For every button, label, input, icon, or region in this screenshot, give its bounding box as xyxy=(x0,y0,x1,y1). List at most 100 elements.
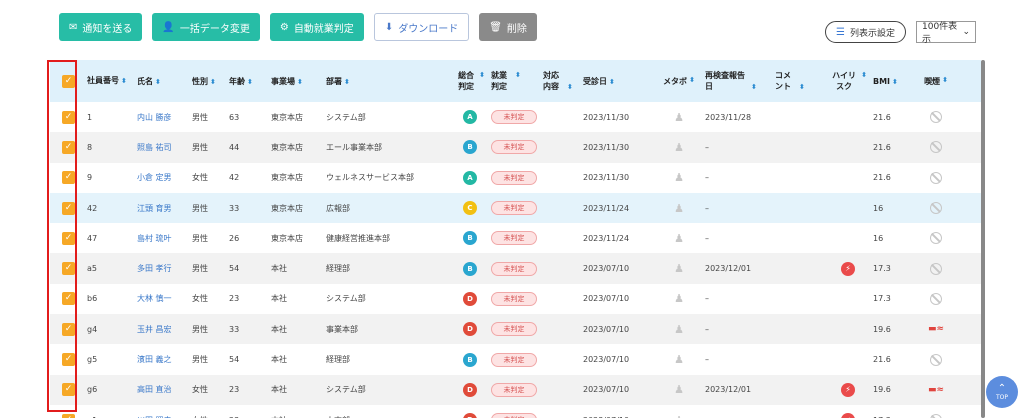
table-row[interactable]: ✓ g5 濱田 義之 男性 54 本社 経理部 B 未判定 2023/07/10… xyxy=(50,344,981,374)
employee-name-link[interactable]: 照島 祐司 xyxy=(137,142,192,153)
sort-icon[interactable]: ⬍ xyxy=(210,78,216,86)
header-overall[interactable]: 総合判定 ⬍ xyxy=(449,70,491,92)
employee-name-link[interactable]: 多田 孝行 xyxy=(137,263,192,274)
work-judge-status[interactable]: 未判定 xyxy=(491,170,537,185)
employee-name-link[interactable]: 玉井 昌宏 xyxy=(137,324,192,335)
header-site[interactable]: 事業場 ⬍ xyxy=(271,76,326,87)
table-row[interactable]: ✓ g6 高田 直治 女性 23 本社 システム部 D 未判定 2023/07/… xyxy=(50,374,981,405)
overall-grade-badge: C xyxy=(463,201,477,216)
column-settings-button[interactable]: ☰ 列表示設定 xyxy=(825,21,906,43)
overall-cell: B xyxy=(449,140,491,155)
header-comment[interactable]: コメント ⬍ xyxy=(775,70,823,93)
sort-icon[interactable]: ⬍ xyxy=(609,78,615,86)
sort-icon[interactable]: ⬍ xyxy=(155,78,161,86)
sort-icon[interactable]: ⬍ xyxy=(247,78,253,86)
work-judge-status[interactable]: 未判定 xyxy=(491,261,537,276)
sort-icon[interactable]: ⬍ xyxy=(567,83,573,91)
work-judge-cell: 未判定 xyxy=(491,291,543,306)
work-judge-status[interactable]: 未判定 xyxy=(491,322,537,337)
employee-no: g6 xyxy=(87,385,98,395)
work-judge-status[interactable]: 未判定 xyxy=(491,291,537,306)
header-work-judge[interactable]: 就業判定 ⬍ xyxy=(491,70,543,92)
notify-button[interactable]: ✉ 通知を送る xyxy=(59,13,143,41)
sort-icon[interactable]: ⬍ xyxy=(892,78,898,86)
header-age[interactable]: 年齢 ⬍ xyxy=(229,76,271,87)
employee-name-link[interactable]: 大林 慎一 xyxy=(137,293,192,304)
per-page-select[interactable]: 100件表示 ⌄ xyxy=(916,21,976,45)
sort-icon[interactable]: ⬍ xyxy=(297,78,303,86)
notify-label: 通知を送る xyxy=(82,23,133,35)
employee-name-link[interactable]: 小倉 定男 xyxy=(137,172,192,183)
header-employee-no[interactable]: 社員番号 ⬍ xyxy=(87,75,137,87)
employee-no: a5 xyxy=(87,264,97,274)
table-row[interactable]: ✓ b6 大林 慎一 女性 23 本社 システム部 D 未判定 2023/07/… xyxy=(50,284,981,314)
overall-grade-badge: D xyxy=(463,322,477,337)
table-row[interactable]: ✓ 8 照島 祐司 男性 44 東京本店 エール事業本部 B 未判定 2023/… xyxy=(50,132,981,163)
header-exam-date-label: 受診日 xyxy=(583,76,607,86)
sort-icon[interactable]: ⬍ xyxy=(344,78,350,86)
download-button[interactable]: ⬇ ダウンロード xyxy=(373,13,470,41)
employee-no: b6 xyxy=(87,294,98,304)
work-judge-status[interactable]: 未判定 xyxy=(491,352,537,367)
table-row[interactable]: ✓ 1 内山 勝彦 男性 63 東京本店 システム部 A 未判定 2023/11… xyxy=(50,102,981,132)
metabo-cell: ♟ xyxy=(653,353,705,366)
header-bmi[interactable]: BMI ⬍ xyxy=(873,77,916,86)
header-high-risk[interactable]: ハイリスク ⬍ xyxy=(823,70,873,92)
overall-cell: C xyxy=(449,201,491,216)
age: 33 xyxy=(229,203,240,213)
employee-name-link[interactable]: 江頭 育男 xyxy=(137,203,192,214)
person-icon: ♟ xyxy=(674,201,684,215)
sort-icon[interactable]: ⬍ xyxy=(121,77,127,85)
work-judge-status[interactable]: 未判定 xyxy=(491,231,537,246)
work-judge-status[interactable]: 未判定 xyxy=(491,413,537,418)
scrollbar[interactable] xyxy=(981,60,985,418)
row-checkbox[interactable]: ✓ xyxy=(62,413,75,418)
sort-icon[interactable]: ⬍ xyxy=(515,70,521,92)
work-judge-status[interactable]: 未判定 xyxy=(491,110,537,125)
table-row[interactable]: ✓ a5 多田 孝行 男性 54 本社 経理部 B 未判定 2023/07/10… xyxy=(50,253,981,284)
employee-name-link[interactable]: 島村 琉叶 xyxy=(137,233,192,244)
bulk-edit-button[interactable]: 👤 一括データ変更 xyxy=(152,13,260,41)
header-exam-date[interactable]: 受診日 ⬍ xyxy=(583,76,653,87)
metabo-cell: ♟ xyxy=(653,171,705,184)
header-gender[interactable]: 性別 ⬍ xyxy=(192,76,229,87)
employee-name-link[interactable]: 川田 照夫 xyxy=(137,415,192,418)
sort-icon[interactable]: ⬍ xyxy=(479,70,485,92)
employee-name-link[interactable]: 濱田 義之 xyxy=(137,354,192,365)
sort-icon[interactable]: ⬍ xyxy=(861,70,867,92)
work-judge-cell: 未判定 xyxy=(491,413,543,418)
high-risk-cell: ⚡ xyxy=(823,261,873,276)
overall-cell: D xyxy=(449,382,491,397)
recheck-date: 2023/12/01 xyxy=(705,385,752,395)
employee-name-link[interactable]: 内山 勝彦 xyxy=(137,112,192,123)
top-label: TOP xyxy=(995,393,1008,401)
header-dept[interactable]: 部署 ⬍ xyxy=(326,76,449,87)
gender: 男性 xyxy=(192,203,208,213)
header-smoking[interactable]: 喫煙 ⬍ xyxy=(916,76,956,87)
delete-button[interactable]: 🗑 削除 xyxy=(479,13,537,41)
table-row[interactable]: ✓ 9 小倉 定男 女性 42 東京本店 ウェルネスサービス本部 A 未判定 2… xyxy=(50,163,981,193)
back-to-top-button[interactable]: ⌃ TOP xyxy=(986,376,1018,408)
overall-cell: A xyxy=(449,170,491,185)
work-judge-status[interactable]: 未判定 xyxy=(491,382,537,397)
recheck-date: – xyxy=(705,233,709,243)
header-name[interactable]: 氏名 ⬍ xyxy=(137,76,192,87)
table-row[interactable]: ✓ 47 島村 琉叶 男性 26 東京本店 健康経営推進本部 B 未判定 202… xyxy=(50,223,981,253)
auto-judge-button[interactable]: ⚙ 自動就業判定 xyxy=(269,13,364,41)
table-row[interactable]: ✓ 42 江頭 育男 男性 33 東京本店 広報部 C 未判定 2023/11/… xyxy=(50,192,981,224)
per-page-value: 100件表示 xyxy=(922,22,958,45)
sort-icon[interactable]: ⬍ xyxy=(751,83,757,91)
work-judge-status[interactable]: 未判定 xyxy=(491,140,537,155)
header-metabo[interactable]: メタボ ⬍ xyxy=(653,76,705,87)
sort-icon[interactable]: ⬍ xyxy=(689,76,695,87)
table-row[interactable]: ✓ n1 川田 照夫 女性 23 本社 人事部 D 未判定 2023/07/10… xyxy=(50,405,981,418)
employee-name-link[interactable]: 高田 直治 xyxy=(137,384,192,395)
age: 54 xyxy=(229,264,240,274)
no-smoking-icon xyxy=(930,111,942,124)
work-judge-status[interactable]: 未判定 xyxy=(491,201,537,216)
header-response[interactable]: 対応内容 ⬍ xyxy=(543,70,583,93)
sort-icon[interactable]: ⬍ xyxy=(942,76,948,87)
table-row[interactable]: ✓ g4 玉井 昌宏 男性 33 本社 事業本部 D 未判定 2023/07/1… xyxy=(50,314,981,345)
header-recheck-date[interactable]: 再検査報告日 ⬍ xyxy=(705,70,775,93)
sort-icon[interactable]: ⬍ xyxy=(799,83,805,91)
